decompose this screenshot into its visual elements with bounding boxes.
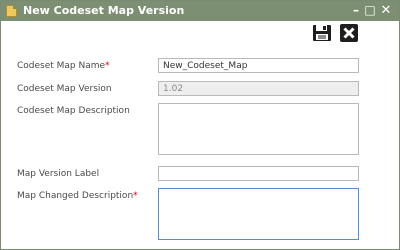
codeset-map-version-input [158, 81, 359, 96]
required-marker: * [105, 61, 110, 71]
codeset-map-description-label: Codeset Map Description [17, 106, 130, 116]
close-button[interactable]: ✕ [379, 3, 393, 18]
codeset-map-name-label: Codeset Map Name* [17, 61, 110, 71]
title-bar[interactable]: New Codeset Map Version – □ ✕ [1, 1, 399, 21]
map-version-label-label: Map Version Label [17, 169, 100, 179]
document-icon [6, 5, 17, 17]
codeset-map-name-input[interactable] [158, 58, 359, 73]
map-changed-description-label: Map Changed Description* [17, 191, 138, 201]
map-changed-description-textarea[interactable] [158, 188, 359, 240]
delete-icon[interactable] [339, 24, 359, 42]
codeset-map-description-textarea[interactable] [158, 103, 359, 155]
map-version-label-input[interactable] [158, 166, 359, 181]
minimize-button[interactable]: – [349, 3, 363, 18]
required-marker: * [133, 191, 138, 201]
maximize-button[interactable]: □ [363, 3, 377, 18]
save-icon[interactable] [312, 24, 332, 42]
window-title: New Codeset Map Version [23, 4, 185, 17]
codeset-map-version-label: Codeset Map Version [17, 84, 112, 94]
dialog-window: New Codeset Map Version – □ ✕ Codeset Ma… [0, 0, 400, 250]
